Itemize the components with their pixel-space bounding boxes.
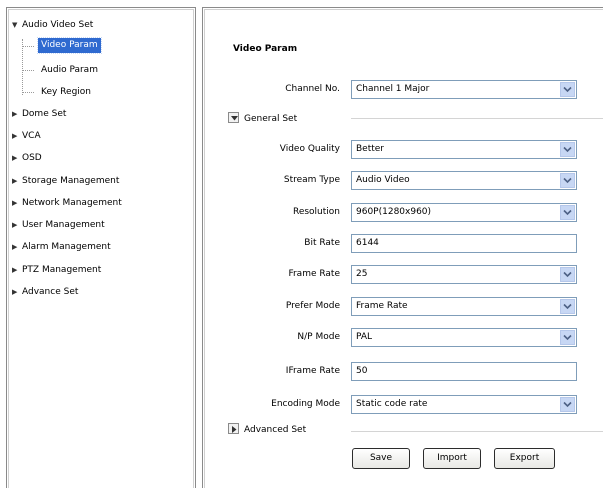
section-divider bbox=[351, 118, 603, 119]
tree-connector-line bbox=[22, 92, 34, 93]
chevron-down-icon[interactable] bbox=[560, 82, 575, 97]
chevron-down-icon[interactable] bbox=[560, 267, 575, 282]
chevron-down-icon[interactable] bbox=[560, 299, 575, 314]
tree-item-advance-set[interactable]: ▶ Advance Set bbox=[12, 285, 78, 299]
bit-rate-value: 6144 bbox=[356, 238, 379, 248]
stream-type-value: Audio Video bbox=[356, 175, 410, 185]
iframe-rate-label: IFrame Rate bbox=[285, 366, 340, 376]
channel-no-label: Channel No. bbox=[285, 84, 340, 94]
frame-rate-select[interactable]: 25 bbox=[351, 265, 577, 284]
tree-connector-line bbox=[22, 70, 34, 71]
stream-type-select[interactable]: Audio Video bbox=[351, 171, 577, 190]
collapsed-triangle-icon[interactable]: ▶ bbox=[12, 240, 22, 254]
chevron-down-icon[interactable] bbox=[560, 330, 575, 345]
chevron-down-icon[interactable] bbox=[560, 142, 575, 157]
chevron-down-icon[interactable] bbox=[560, 205, 575, 220]
tree-item-key-region[interactable]: Key Region bbox=[38, 85, 94, 100]
tree-item-network-management[interactable]: ▶ Network Management bbox=[12, 196, 122, 210]
expand-triangle-icon[interactable] bbox=[228, 423, 239, 434]
frame-rate-label: Frame Rate bbox=[288, 269, 340, 279]
encoding-mode-label: Encoding Mode bbox=[271, 399, 340, 409]
bit-rate-label: Bit Rate bbox=[304, 238, 340, 248]
collapsed-triangle-icon[interactable]: ▶ bbox=[12, 174, 22, 188]
resolution-label: Resolution bbox=[292, 207, 340, 217]
collapsed-triangle-icon[interactable]: ▶ bbox=[12, 107, 22, 121]
tree-item-ptz-management[interactable]: ▶ PTZ Management bbox=[12, 263, 101, 277]
encoding-mode-value: Static code rate bbox=[356, 399, 428, 409]
resolution-value: 960P(1280x960) bbox=[356, 207, 432, 217]
np-mode-select[interactable]: PAL bbox=[351, 328, 577, 347]
collapsed-triangle-icon[interactable]: ▶ bbox=[12, 263, 22, 277]
stream-type-label: Stream Type bbox=[283, 175, 340, 185]
collapse-triangle-icon[interactable] bbox=[228, 112, 239, 123]
np-mode-label: N/P Mode bbox=[297, 332, 340, 342]
export-button[interactable]: Export bbox=[494, 448, 555, 469]
encoding-mode-select[interactable]: Static code rate bbox=[351, 395, 577, 414]
resolution-select[interactable]: 960P(1280x960) bbox=[351, 203, 577, 222]
general-set-title: General Set bbox=[244, 114, 298, 124]
save-button[interactable]: Save bbox=[352, 448, 410, 469]
iframe-rate-input[interactable]: 50 bbox=[351, 362, 577, 381]
tree-item-label: Network Management bbox=[22, 198, 122, 208]
channel-no-select[interactable]: Channel 1 Major bbox=[351, 80, 577, 99]
frame-rate-value: 25 bbox=[356, 269, 368, 279]
np-mode-value: PAL bbox=[356, 332, 373, 342]
collapsed-triangle-icon[interactable]: ▶ bbox=[12, 151, 22, 165]
tree-item-label: Audio Video Set bbox=[22, 20, 94, 30]
iframe-rate-value: 50 bbox=[356, 366, 368, 376]
tree-item-label: User Management bbox=[22, 220, 105, 230]
tree-item-osd[interactable]: ▶ OSD bbox=[12, 151, 42, 165]
tree-item-label: Dome Set bbox=[22, 109, 67, 119]
tree-item-label: PTZ Management bbox=[22, 265, 102, 275]
tree-connector-line bbox=[22, 46, 34, 47]
prefer-mode-label: Prefer Mode bbox=[285, 301, 340, 311]
tree-item-label: Video Param bbox=[41, 40, 98, 50]
tree-item-audio-video-set[interactable]: ▼ Audio Video Set bbox=[12, 18, 93, 32]
page-title: Video Param bbox=[233, 44, 298, 54]
prefer-mode-select[interactable]: Frame Rate bbox=[351, 297, 577, 316]
channel-no-value: Channel 1 Major bbox=[356, 84, 430, 94]
tree-item-label: Alarm Management bbox=[22, 242, 111, 252]
section-divider bbox=[351, 431, 603, 432]
collapsed-triangle-icon[interactable]: ▶ bbox=[12, 285, 22, 299]
video-quality-label: Video Quality bbox=[279, 144, 340, 154]
general-set-section[interactable]: General Set bbox=[228, 112, 297, 126]
tree-item-vca[interactable]: ▶ VCA bbox=[12, 129, 41, 143]
collapsed-triangle-icon[interactable]: ▶ bbox=[12, 129, 22, 143]
advanced-set-section[interactable]: Advanced Set bbox=[228, 423, 306, 437]
collapsed-triangle-icon[interactable]: ▶ bbox=[12, 218, 22, 232]
advanced-set-title: Advanced Set bbox=[244, 425, 307, 435]
tree-item-label: OSD bbox=[22, 153, 42, 163]
tree-item-label: VCA bbox=[22, 131, 41, 141]
tree-item-label: Advance Set bbox=[22, 287, 79, 297]
chevron-down-icon[interactable] bbox=[560, 397, 575, 412]
video-quality-select[interactable]: Better bbox=[351, 140, 577, 159]
tree-connector-line bbox=[22, 39, 23, 95]
tree-item-alarm-management[interactable]: ▶ Alarm Management bbox=[12, 240, 111, 254]
expanded-triangle-icon[interactable]: ▼ bbox=[12, 18, 22, 32]
video-quality-value: Better bbox=[356, 144, 385, 154]
tree-item-audio-param[interactable]: Audio Param bbox=[38, 63, 101, 78]
tree-item-video-param[interactable]: Video Param bbox=[37, 37, 102, 54]
tree-item-label: Storage Management bbox=[22, 176, 120, 186]
collapsed-triangle-icon[interactable]: ▶ bbox=[12, 196, 22, 210]
bit-rate-input[interactable]: 6144 bbox=[351, 234, 577, 253]
prefer-mode-value: Frame Rate bbox=[356, 301, 408, 311]
tree-item-label: Audio Param bbox=[41, 65, 98, 75]
tree-item-storage-management[interactable]: ▶ Storage Management bbox=[12, 174, 119, 188]
import-button[interactable]: Import bbox=[423, 448, 481, 469]
chevron-down-icon[interactable] bbox=[560, 173, 575, 188]
tree-item-user-management[interactable]: ▶ User Management bbox=[12, 218, 105, 232]
tree-item-dome-set[interactable]: ▶ Dome Set bbox=[12, 107, 66, 121]
tree-item-label: Key Region bbox=[41, 87, 91, 97]
